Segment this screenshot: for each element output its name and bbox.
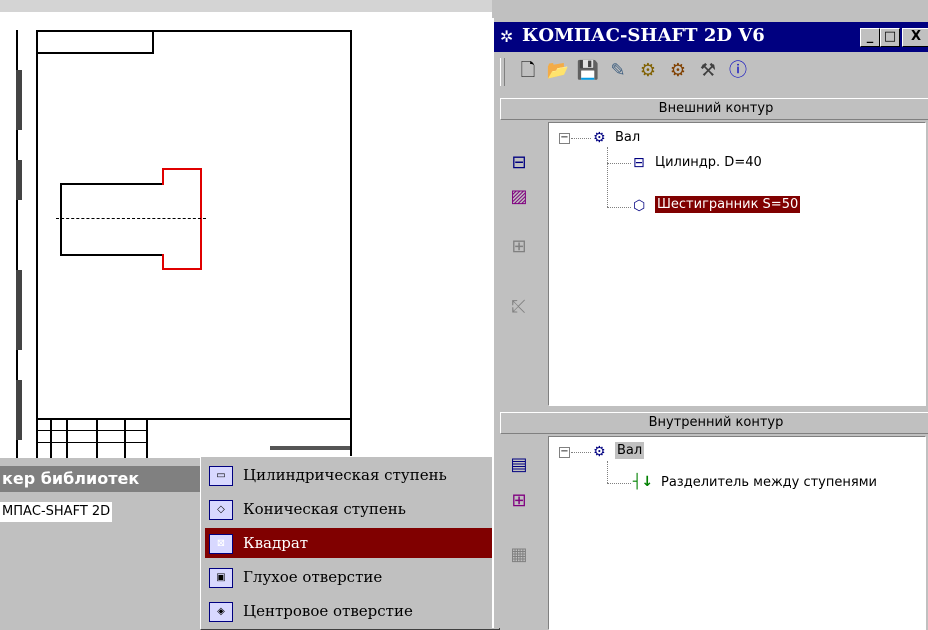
toolbar-grip	[500, 58, 505, 86]
frame-line	[152, 30, 154, 54]
hexagon-icon: ⬡	[633, 198, 646, 214]
app-gear-icon: ✲	[500, 27, 514, 46]
gears-icon[interactable]: ⚙	[666, 59, 690, 83]
inner-thread-tool-icon[interactable]: ▦	[504, 540, 534, 570]
square-icon: ⊠	[209, 534, 233, 554]
outer-tool-column: ⊟ ▨ ⊞ ⤪	[496, 122, 542, 404]
library-manager-panel: кер библиотек МПАС-SHAFT 2D	[0, 458, 205, 628]
close-button[interactable]: X	[902, 28, 928, 47]
edit-icon[interactable]: ✎	[606, 59, 630, 83]
info-icon[interactable]: ⓘ	[726, 59, 750, 83]
frame-line	[36, 30, 352, 32]
frame-line	[36, 52, 154, 54]
cylinder-step-icon: ▭	[209, 466, 233, 486]
shaft-icon: ⚙	[593, 444, 606, 460]
inner-contour-header[interactable]: Внутренний контур	[500, 412, 928, 434]
outer-tree: − ⚙ Вал ⊟ Цилиндр. D=40 ⬡ Шестигранник S…	[548, 122, 926, 406]
tools-icon[interactable]: ⚒	[696, 59, 720, 83]
menu-item-conical-step[interactable]: ◇ Коническая ступень	[205, 494, 497, 524]
tree-item-selected[interactable]: Шестигранник S=50	[653, 195, 802, 214]
window-title: КОМПАС-SHAFT 2D V6	[522, 25, 765, 46]
collapse-icon[interactable]: −	[559, 133, 570, 144]
tree-item[interactable]: Разделитель между ступенями	[661, 475, 877, 490]
collapse-icon[interactable]: −	[559, 447, 570, 458]
inner-tool-column: ▤ ⊞ ▦	[496, 436, 542, 628]
tree-line	[607, 207, 631, 208]
center-hole-icon: ◈	[209, 602, 233, 622]
new-icon[interactable]: 🗋	[516, 59, 540, 83]
divider-icon: ┤↓	[633, 474, 654, 490]
frame-hatch	[16, 270, 22, 350]
split-icon[interactable]: ⤪	[504, 292, 534, 322]
blind-hole-icon: ▣	[209, 568, 233, 588]
menu-item-center-hole[interactable]: ◈ Центровое отверстие	[205, 596, 497, 626]
menu-item-label: Центровое отверстие	[243, 602, 413, 620]
shaft-hexagon-outline	[162, 268, 202, 270]
shaft-hexagon-outline	[162, 254, 164, 270]
shaft-cylinder-outline	[60, 254, 164, 256]
canvas-top-strip	[0, 0, 492, 12]
menu-item-label: Глухое отверстие	[243, 568, 383, 586]
shaft-window: ✲ КОМПАС-SHAFT 2D V6 _ □ X 🗋 📂 💾 ✎ ⚙ ⚙ ⚒…	[492, 18, 928, 630]
outer-contour-header[interactable]: Внешний контур	[500, 98, 928, 120]
open-icon[interactable]: 📂	[546, 59, 570, 83]
tree-root-label[interactable]: Вал	[615, 130, 640, 145]
title-block-line	[36, 442, 146, 443]
tree-line	[607, 461, 608, 483]
title-block-line	[50, 418, 52, 460]
minimize-button[interactable]: _	[860, 28, 880, 47]
frame-line	[36, 30, 38, 460]
title-block-line	[146, 418, 148, 460]
library-item[interactable]: МПАС-SHAFT 2D	[0, 502, 113, 522]
maximize-button[interactable]: □	[880, 28, 900, 47]
save-icon[interactable]: 💾	[576, 59, 600, 83]
add-element-icon[interactable]: ⊞	[504, 232, 534, 262]
library-manager-titlebar: кер библиотек	[0, 466, 205, 492]
inner-tree: − ⚙ Вал ┤↓ Разделитель между ступенями	[548, 436, 926, 630]
frame-line	[350, 30, 352, 460]
title-block-line	[96, 418, 98, 460]
tree-line	[571, 138, 591, 139]
frame-hatch	[16, 380, 22, 440]
shaft-hexagon-outline	[162, 168, 164, 185]
menu-item-blind-hole[interactable]: ▣ Глухое отверстие	[205, 562, 497, 592]
gear-icon[interactable]: ⚙	[636, 59, 660, 83]
tree-root-label[interactable]: Вал	[615, 442, 645, 459]
shaft-hexagon-outline	[200, 168, 202, 270]
tree-line	[607, 163, 631, 164]
menu-item-square[interactable]: ⊠ Квадрат	[205, 528, 497, 558]
library-submenu: ▭ Цилиндрическая ступень ◇ Коническая ст…	[200, 456, 500, 630]
inner-cylinder-tool-icon[interactable]: ▤	[504, 450, 534, 480]
tree-line	[607, 483, 631, 484]
title-block-line	[66, 418, 68, 460]
tree-item[interactable]: Цилиндр. D=40	[655, 155, 762, 170]
frame-hatch	[16, 70, 22, 130]
title-block-line	[36, 418, 352, 420]
menu-item-label: Цилиндрическая ступень	[243, 466, 447, 484]
title-bar[interactable]: ✲ КОМПАС-SHAFT 2D V6 _ □ X	[494, 22, 928, 52]
tree-line	[571, 452, 591, 453]
shaft-cylinder-outline	[60, 183, 62, 256]
shaft-hexagon-outline	[162, 168, 202, 170]
menu-item-label: Квадрат	[243, 534, 309, 552]
cylinder-icon: ⊟	[633, 155, 645, 171]
inner-cone-tool-icon[interactable]: ⊞	[504, 486, 534, 516]
cone-step-icon: ◇	[209, 500, 233, 520]
tree-line	[607, 147, 608, 207]
shaft-cylinder-outline	[60, 183, 164, 185]
menu-item-cylindrical-step[interactable]: ▭ Цилиндрическая ступень	[205, 460, 497, 490]
menu-item-label: Коническая ступень	[243, 500, 406, 518]
library-manager-title: кер библиотек	[2, 469, 140, 488]
title-block-text	[270, 446, 350, 450]
shaft-axis-line	[56, 218, 206, 219]
cylinder-tool-icon[interactable]: ⊟	[504, 148, 534, 178]
shaft-icon: ⚙	[593, 130, 606, 146]
title-block-line	[36, 430, 146, 431]
frame-hatch	[16, 160, 22, 200]
hatch-tool-icon[interactable]: ▨	[504, 182, 534, 212]
title-block-line	[124, 418, 126, 460]
